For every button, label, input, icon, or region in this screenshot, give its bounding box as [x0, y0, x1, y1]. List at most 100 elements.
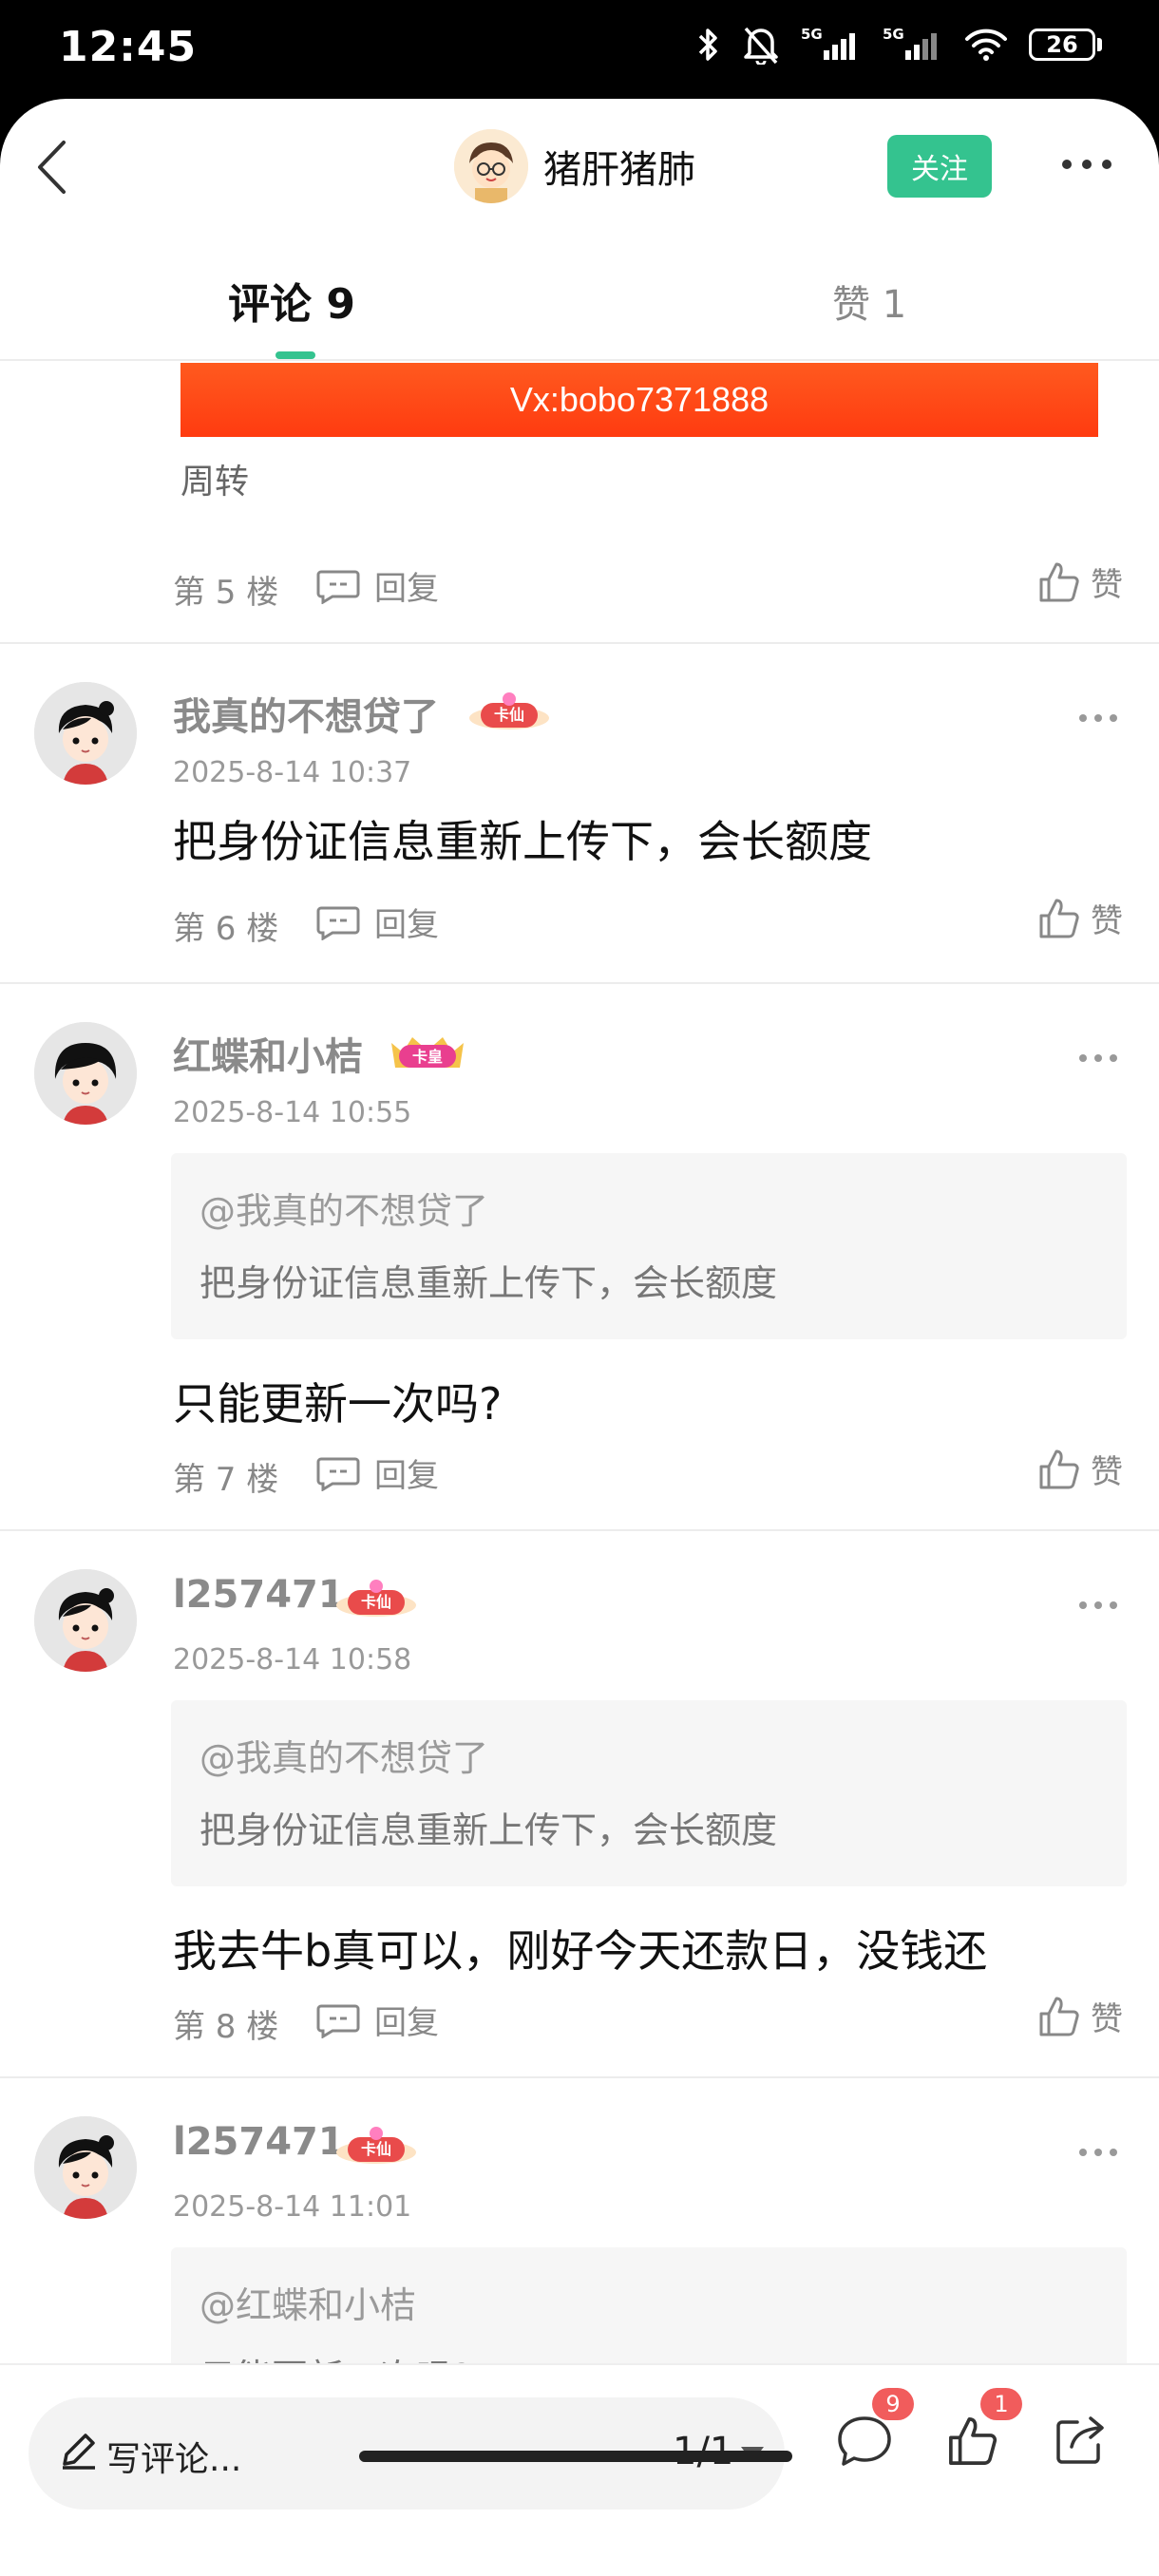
- quote-text: 把身份证信息重新上传下，会长额度: [200, 1809, 778, 1851]
- bottom-bar: 写评论... 1/1 9 1: [0, 2363, 1159, 2576]
- level-badge-icon: 卡仙: [469, 692, 549, 729]
- comment-more-icon[interactable]: [1079, 1054, 1117, 1062]
- post-sheet: 猪肝猪肺 关注 评论 9 赞 1 Vx:bobo7371888 周转 第 5 楼…: [0, 99, 1159, 2576]
- comment-more-icon[interactable]: [1079, 714, 1117, 722]
- timestamp: 2025-8-14 11:01: [173, 2190, 412, 2224]
- level-badge-icon: 卡皇: [391, 1037, 464, 1068]
- like-button[interactable]: 赞: [1037, 1446, 1123, 1492]
- tab-likes[interactable]: 赞 1: [832, 274, 906, 329]
- comments-button[interactable]: 9: [836, 2388, 914, 2472]
- comment-text: 我去牛b真可以，刚好今天还款日，没钱还: [173, 1925, 988, 1977]
- thumbs-up-icon: [949, 2417, 998, 2465]
- reply-button[interactable]: 回复: [315, 1449, 439, 1496]
- comment-item: 我真的不想贷了 卡仙 2025-8-14 10:37 把身份证信息重新上传下，会…: [0, 644, 1159, 984]
- like-button[interactable]: 赞: [1037, 895, 1123, 941]
- back-button[interactable]: [21, 133, 82, 201]
- quote-mention: @我真的不想贷了: [200, 1737, 489, 1779]
- level-badge-label: 卡仙: [361, 1593, 391, 1611]
- quote-text: 只能更新一次吗?: [200, 2348, 471, 2363]
- share-button[interactable]: [1053, 2415, 1108, 2472]
- like-count-badge: 1: [980, 2388, 1022, 2420]
- svg-text:5G: 5G: [801, 26, 823, 43]
- avatar[interactable]: [34, 1569, 137, 1672]
- reply-button[interactable]: 回复: [315, 562, 439, 609]
- avatar[interactable]: [34, 2116, 137, 2219]
- thumbs-up-icon: [1039, 562, 1079, 601]
- ad-image: Vx:bobo7371888: [180, 363, 1098, 437]
- wifi-icon: [965, 28, 1007, 61]
- tab-active-indicator: [276, 351, 315, 359]
- level-badge-label: 卡仙: [361, 2140, 391, 2158]
- tab-bar: 评论 9 赞 1: [0, 236, 1159, 361]
- share-icon: [1056, 2416, 1104, 2464]
- timestamp: 2025-8-14 10:58: [173, 1643, 412, 1676]
- comment-actions: 第 6 楼 回复 赞: [173, 895, 1123, 952]
- status-time: 12:45: [59, 23, 198, 71]
- reply-icon: [316, 906, 360, 940]
- comment-item: l257471 卡仙 2025-8-14 10:58 @我真的不想贷了 把身份证…: [0, 1531, 1159, 2078]
- status-icons: 5G 5G 26: [696, 25, 1102, 65]
- floor-number: 第 6 楼: [173, 910, 279, 948]
- ad-image-text: Vx:bobo7371888: [509, 380, 770, 419]
- author-name: 猪肝猪肺: [543, 148, 695, 192]
- floor-number: 第 5 楼: [173, 574, 279, 612]
- avatar[interactable]: [34, 682, 137, 785]
- quoted-comment[interactable]: @我真的不想贷了 把身份证信息重新上传下，会长额度: [171, 1700, 1127, 1886]
- username[interactable]: l257471: [173, 2120, 345, 2164]
- timestamp: 2025-8-14 10:37: [173, 756, 412, 789]
- quote-mention: @红蝶和小桔: [200, 2284, 417, 2326]
- tab-comments[interactable]: 评论 9: [228, 270, 355, 331]
- comment-actions: 第 5 楼 回复 赞: [173, 559, 1123, 616]
- username[interactable]: 红蝶和小桔: [173, 1026, 363, 1081]
- comment-actions: 第 8 楼 回复 赞: [173, 1993, 1123, 2050]
- comment-feed[interactable]: Vx:bobo7371888 周转 第 5 楼 回复 赞 我真的不想贷了 卡仙 …: [0, 363, 1159, 2363]
- level-badge-label: 卡皇: [412, 1048, 443, 1066]
- thumbs-up-icon: [1039, 1997, 1079, 2036]
- status-bar: 12:45 5G 5G 26: [0, 0, 1159, 99]
- reply-icon: [316, 1457, 360, 1491]
- reply-icon: [316, 2004, 360, 2038]
- comment-text: 只能更新一次吗?: [173, 1378, 503, 1430]
- username[interactable]: 我真的不想贷了: [173, 686, 439, 741]
- thumbs-up-icon: [1039, 899, 1079, 938]
- comment-count-badge: 9: [872, 2388, 914, 2420]
- author-avatar[interactable]: [454, 129, 528, 203]
- comment-more-icon[interactable]: [1079, 2149, 1117, 2156]
- timestamp: 2025-8-14 10:55: [173, 1096, 412, 1129]
- floor-number: 第 8 楼: [173, 2008, 279, 2046]
- reply-button[interactable]: 回复: [315, 899, 439, 945]
- follow-button[interactable]: 关注: [887, 135, 992, 198]
- comment-item: Vx:bobo7371888 周转 第 5 楼 回复 赞: [0, 363, 1159, 644]
- more-options-icon[interactable]: [1062, 160, 1112, 169]
- signal-5g-icon: 5G: [883, 26, 937, 60]
- author-info[interactable]: 猪肝猪肺: [454, 129, 695, 203]
- like-button[interactable]: 赞: [1037, 1993, 1123, 2039]
- quote-text: 把身份证信息重新上传下，会长额度: [200, 1262, 778, 1304]
- comment-caption: 周转: [180, 463, 250, 502]
- username[interactable]: l257471: [173, 1573, 345, 1617]
- reply-icon: [316, 570, 360, 604]
- comment-text: 把身份证信息重新上传下，会长额度: [173, 816, 872, 867]
- thumbs-up-icon: [1039, 1449, 1079, 1488]
- comment-bubble-icon: [838, 2416, 891, 2466]
- comment-item: 红蝶和小桔 卡皇 2025-8-14 10:55 @我真的不想贷了 把身份证信息…: [0, 984, 1159, 1531]
- reply-button[interactable]: 回复: [315, 1997, 439, 2043]
- quoted-comment[interactable]: @红蝶和小桔 只能更新一次吗?: [171, 2247, 1127, 2363]
- avatar[interactable]: [34, 1022, 137, 1125]
- header: 猪肝猪肺 关注: [0, 99, 1159, 236]
- comment-actions: 第 7 楼 回复 赞: [173, 1446, 1123, 1503]
- bluetooth-icon: [698, 28, 717, 61]
- pen-icon: [63, 2434, 95, 2470]
- level-badge-icon: 卡仙: [336, 1580, 416, 1617]
- like-post-button[interactable]: 1: [946, 2388, 1022, 2472]
- svg-text:5G: 5G: [883, 26, 904, 43]
- quoted-comment[interactable]: @我真的不想贷了 把身份证信息重新上传下，会长额度: [171, 1153, 1127, 1339]
- comment-more-icon[interactable]: [1079, 1601, 1117, 1609]
- battery-level: 26: [1029, 28, 1095, 61]
- like-button[interactable]: 赞: [1037, 559, 1123, 605]
- level-badge-icon: 卡仙: [336, 2127, 416, 2164]
- comment-item: l257471 卡仙 2025-8-14 11:01 @红蝶和小桔 只能更新一次…: [0, 2078, 1159, 2363]
- signal-5g-icon: 5G: [801, 26, 855, 60]
- level-badge-label: 卡仙: [494, 706, 524, 724]
- home-indicator[interactable]: [359, 2451, 792, 2462]
